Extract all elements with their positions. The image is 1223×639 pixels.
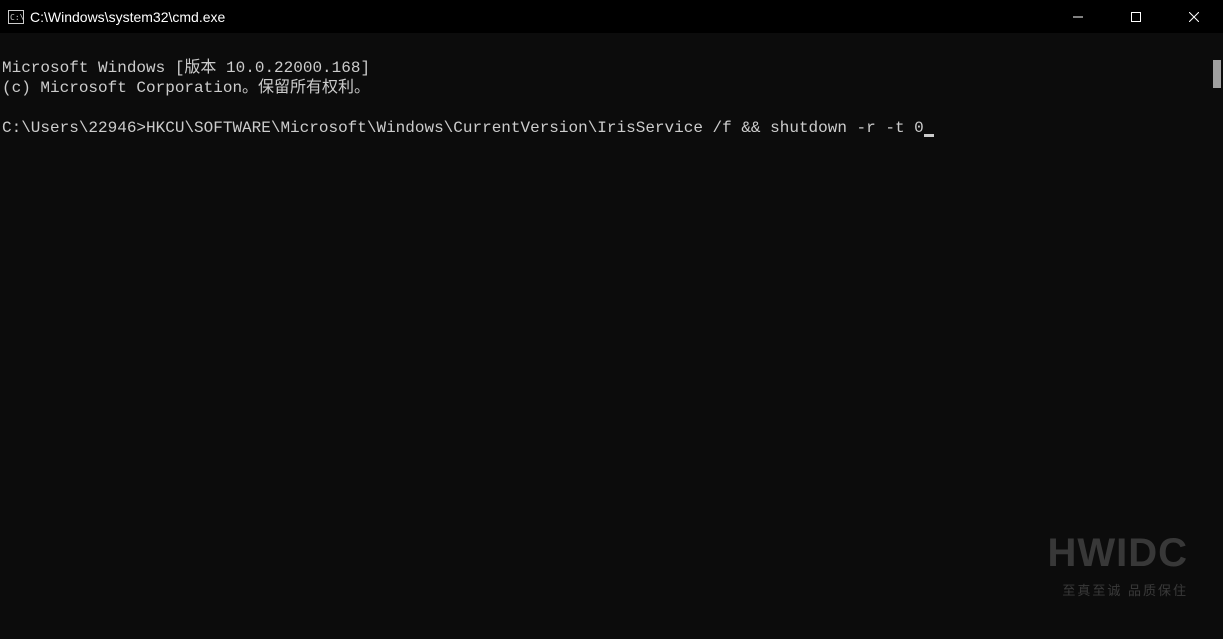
terminal-prompt: C:\Users\22946> (2, 119, 146, 137)
scrollbar-thumb[interactable] (1213, 60, 1221, 88)
terminal-line-copyright: (c) Microsoft Corporation。保留所有权利。 (2, 79, 370, 97)
terminal-line-version: Microsoft Windows [版本 10.0.22000.168] (2, 59, 370, 77)
maximize-button[interactable] (1107, 0, 1165, 33)
watermark-logo: HWIDC (1047, 531, 1188, 576)
titlebar-title: C:\Windows\system32\cmd.exe (30, 9, 225, 25)
cmd-icon: C:\ (8, 9, 24, 25)
terminal-cursor (924, 134, 934, 137)
close-button[interactable] (1165, 0, 1223, 33)
terminal-command: HKCU\SOFTWARE\Microsoft\Windows\CurrentV… (146, 119, 924, 137)
titlebar: C:\ C:\Windows\system32\cmd.exe (0, 0, 1223, 33)
titlebar-controls (1049, 0, 1223, 33)
watermark-tagline: 至真至诚 品质保住 (1047, 580, 1188, 599)
terminal-content[interactable]: Microsoft Windows [版本 10.0.22000.168] (c… (0, 33, 1223, 143)
terminal-prompt-line: C:\Users\22946>HKCU\SOFTWARE\Microsoft\W… (2, 119, 934, 137)
watermark: HWIDC 至真至诚 品质保住 (1047, 531, 1188, 599)
minimize-button[interactable] (1049, 0, 1107, 33)
titlebar-left: C:\ C:\Windows\system32\cmd.exe (8, 9, 225, 25)
svg-text:C:\: C:\ (10, 13, 24, 22)
